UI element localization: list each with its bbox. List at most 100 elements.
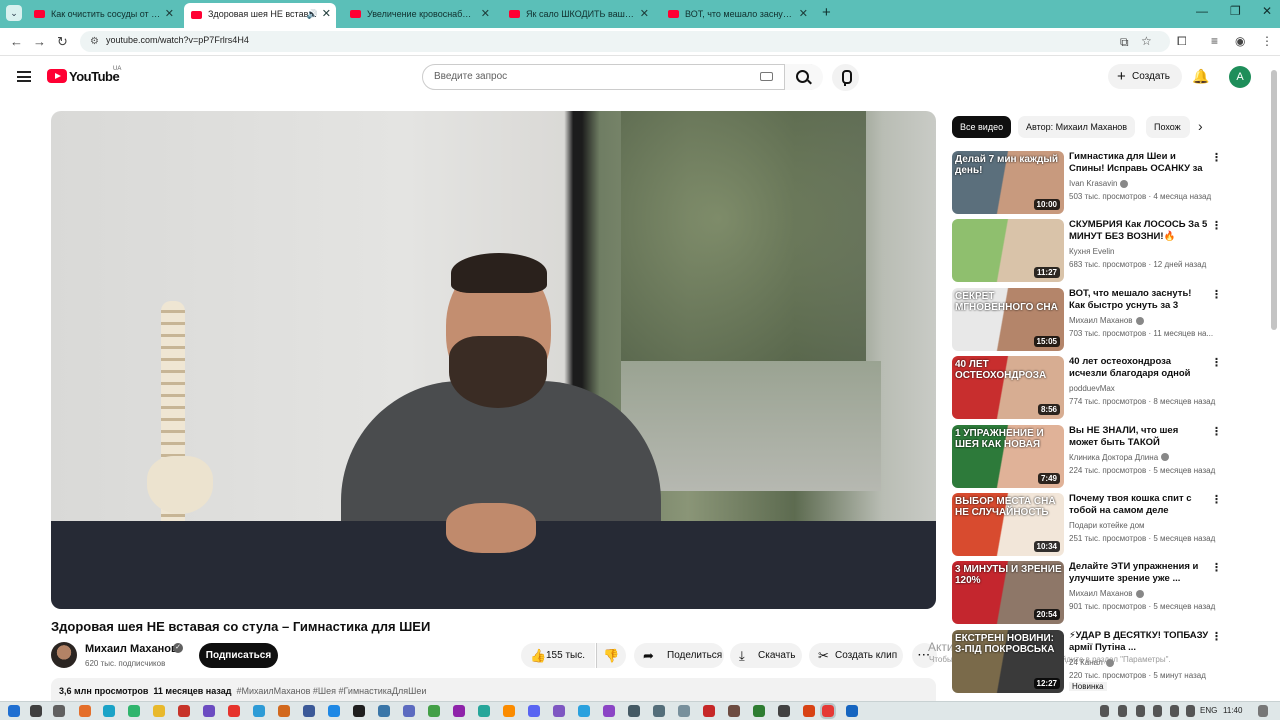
- taskbar-search-icon[interactable]: [30, 705, 42, 717]
- window-close-icon[interactable]: ✕: [1262, 4, 1272, 18]
- browser-tab[interactable]: ВОТ, что мешало заснуть! Как... ✕: [661, 4, 813, 24]
- video-thumbnail[interactable]: 11:27: [952, 219, 1064, 283]
- taskbar-app-icon[interactable]: [428, 705, 440, 717]
- clock-time[interactable]: 11:40: [1223, 706, 1242, 715]
- start-windows-icon[interactable]: [8, 705, 20, 717]
- input-language[interactable]: ENG: [1200, 706, 1217, 715]
- recommendation-title[interactable]: ВОТ, что мешало заснуть! Как быстро усну…: [1069, 288, 1209, 312]
- url-text[interactable]: youtube.com/watch?v=pP7Frlrs4H4: [106, 35, 249, 45]
- recommendation-channel[interactable]: Клиника Доктора Длина: [1069, 453, 1170, 462]
- video-thumbnail[interactable]: Делай 7 мин каждый день! 10:00: [952, 151, 1064, 214]
- taskbar-app-icon[interactable]: [453, 705, 465, 717]
- taskbar-app-icon[interactable]: [503, 705, 515, 717]
- download-button[interactable]: ⤓ Скачать: [730, 643, 802, 668]
- notification-center-icon[interactable]: [1258, 705, 1268, 717]
- browser-tab[interactable]: Увеличение кровоснабжени... ✕: [343, 4, 495, 24]
- recommendation-item[interactable]: ЕКСТРЕНІ НОВИНИ: З-ПІД ПОКРОВСЬКА 12:27 ⚡У…: [952, 629, 1224, 694]
- taskbar-app-icon[interactable]: [203, 705, 215, 717]
- tab-search-icon[interactable]: ⌄: [6, 5, 22, 21]
- url-bar[interactable]: ⚙ youtube.com/watch?v=pP7Frlrs4H4 ⧉ ☆: [80, 31, 1170, 52]
- youtube-logo-text[interactable]: YouTube: [69, 69, 120, 84]
- recommendation-item[interactable]: Делай 7 мин каждый день! 10:00 Гимнастика …: [952, 151, 1224, 215]
- video-thumbnail[interactable]: СЕКРЕТ МГНОВЕННОГО СНА 15:05: [952, 287, 1064, 351]
- video-thumbnail[interactable]: 3 МИНУТЫ И ЗРЕНИЕ 120% 20:54: [952, 561, 1064, 625]
- recommendation-item[interactable]: ВЫБОР МЕСТА СНА НЕ СЛУЧАЙНОСТЬ 10:34 Почем…: [952, 493, 1224, 557]
- recommendation-title[interactable]: Вы НЕ ЗНАЛИ, что шея может быть ТАКОЙ ра…: [1069, 425, 1209, 449]
- chip-author[interactable]: Автор: Михаил Маханов: [1018, 116, 1136, 138]
- reading-list-icon[interactable]: ≡: [1211, 34, 1218, 48]
- chrome-active-icon[interactable]: [820, 703, 836, 719]
- telegram-icon[interactable]: [578, 705, 590, 717]
- recommendation-channel[interactable]: Михаил Маханов: [1069, 589, 1144, 598]
- battery-icon[interactable]: [1186, 705, 1195, 717]
- taskbar-app-icon[interactable]: [728, 705, 740, 717]
- taskbar-app-icon[interactable]: [678, 705, 690, 717]
- like-button[interactable]: 👍 155 тыс.: [521, 643, 595, 668]
- recommendation-title[interactable]: Почему твоя кошка спит с тобой на самом …: [1069, 493, 1209, 517]
- discord-icon[interactable]: [528, 705, 540, 717]
- video-thumbnail[interactable]: ВЫБОР МЕСТА СНА НЕ СЛУЧАЙНОСТЬ 10:34: [952, 493, 1064, 556]
- taskbar-app-icon[interactable]: [778, 705, 790, 717]
- more-options-icon[interactable]: ⋮: [1211, 219, 1222, 232]
- chip-all-videos[interactable]: Все видео: [952, 116, 1012, 138]
- tray-app-icon[interactable]: [1118, 705, 1127, 717]
- search-input[interactable]: Введите запрос: [434, 71, 507, 82]
- share-button[interactable]: ➦ Поделиться: [634, 643, 724, 668]
- task-view-icon[interactable]: [53, 705, 65, 717]
- account-avatar[interactable]: A: [1229, 66, 1251, 88]
- extensions-icon[interactable]: ⧠: [1177, 34, 1187, 49]
- speaker-icon[interactable]: 🔊: [307, 3, 318, 26]
- recommendation-item[interactable]: СЕКРЕТ МГНОВЕННОГО СНА 15:05 ВОТ, что меша…: [952, 287, 1224, 352]
- new-tab-plus-icon[interactable]: +: [822, 4, 831, 21]
- more-options-icon[interactable]: ⋮: [1211, 493, 1222, 506]
- search-box[interactable]: Введите запрос: [422, 64, 823, 90]
- close-icon[interactable]: ✕: [481, 4, 490, 24]
- site-info-icon[interactable]: ⚙: [90, 36, 101, 47]
- recommendation-channel[interactable]: Ivan Krasavin: [1069, 179, 1129, 188]
- taskbar-app-icon[interactable]: [628, 705, 640, 717]
- recommendation-item[interactable]: 3 МИНУТЫ И ЗРЕНИЕ 120% 20:54 Делайте ЭТИ у…: [952, 561, 1224, 625]
- back-arrow-icon[interactable]: ←: [10, 34, 23, 49]
- more-options-icon[interactable]: ⋮: [1211, 356, 1222, 369]
- recommendation-channel[interactable]: Подари котейке дом: [1069, 521, 1145, 530]
- network-icon[interactable]: [1153, 705, 1162, 717]
- more-options-icon[interactable]: ⋮: [1211, 561, 1222, 574]
- hamburger-menu-icon[interactable]: [17, 71, 31, 82]
- recommendation-channel[interactable]: Михаил Маханов: [1069, 316, 1144, 325]
- taskbar-app-icon[interactable]: [403, 705, 415, 717]
- more-options-icon[interactable]: ⋮: [1211, 630, 1222, 643]
- close-icon[interactable]: ✕: [322, 3, 331, 26]
- browser-tab[interactable]: Как очистить сосуды от бляш... ✕: [27, 4, 179, 24]
- volume-icon[interactable]: [1170, 705, 1179, 717]
- taskbar-app-icon[interactable]: [703, 705, 715, 717]
- tray-app-icon[interactable]: [1136, 705, 1145, 717]
- subscribe-button[interactable]: Подписаться: [199, 643, 278, 668]
- browser-menu-icon[interactable]: ⋮: [1261, 34, 1273, 48]
- taskbar-app-icon[interactable]: [353, 705, 365, 717]
- voice-search-mic-icon[interactable]: [832, 64, 859, 91]
- notifications-bell-icon[interactable]: 🔔: [1192, 68, 1209, 85]
- recommendation-channel[interactable]: podduevMax: [1069, 384, 1115, 393]
- video-thumbnail[interactable]: 40 ЛЕТ ОСТЕОХОНДРОЗА 8:56: [952, 356, 1064, 420]
- close-icon[interactable]: ✕: [165, 4, 174, 24]
- forward-arrow-icon[interactable]: →: [33, 34, 46, 49]
- taskbar-app-icon[interactable]: [653, 705, 665, 717]
- create-button[interactable]: + Создать: [1108, 64, 1182, 89]
- youtube-logo-icon[interactable]: [47, 69, 67, 83]
- taskbar-app-icon[interactable]: [846, 705, 858, 717]
- edge-browser-icon[interactable]: [103, 705, 115, 717]
- bookmark-star-icon[interactable]: ☆: [1141, 34, 1152, 48]
- chevron-right-icon[interactable]: ›: [1198, 118, 1203, 134]
- recommendation-channel[interactable]: Кухня Evelin: [1069, 247, 1114, 256]
- recommendation-item[interactable]: 40 ЛЕТ ОСТЕОХОНДРОЗА 8:56 40 лет остеохонд…: [952, 356, 1224, 420]
- more-options-icon[interactable]: ⋮: [1211, 425, 1222, 438]
- browser-tab-active[interactable]: Здоровая шея НЕ вставая 🔊 ✕: [184, 3, 336, 28]
- taskbar-app-icon[interactable]: [753, 705, 765, 717]
- taskbar-app-icon[interactable]: [128, 705, 140, 717]
- taskbar-app-icon[interactable]: [253, 705, 265, 717]
- recommendation-item[interactable]: 11:27 СКУМБРИЯ Как ЛОСОСЬ За 5 МИНУТ БЕЗ …: [952, 219, 1224, 283]
- video-player[interactable]: [51, 111, 936, 609]
- hashtags[interactable]: #МихаилМаханов #Шея #ГимнастикаДляШеи: [236, 686, 426, 696]
- profile-icon[interactable]: ◉: [1235, 34, 1245, 48]
- channel-avatar[interactable]: [51, 642, 77, 668]
